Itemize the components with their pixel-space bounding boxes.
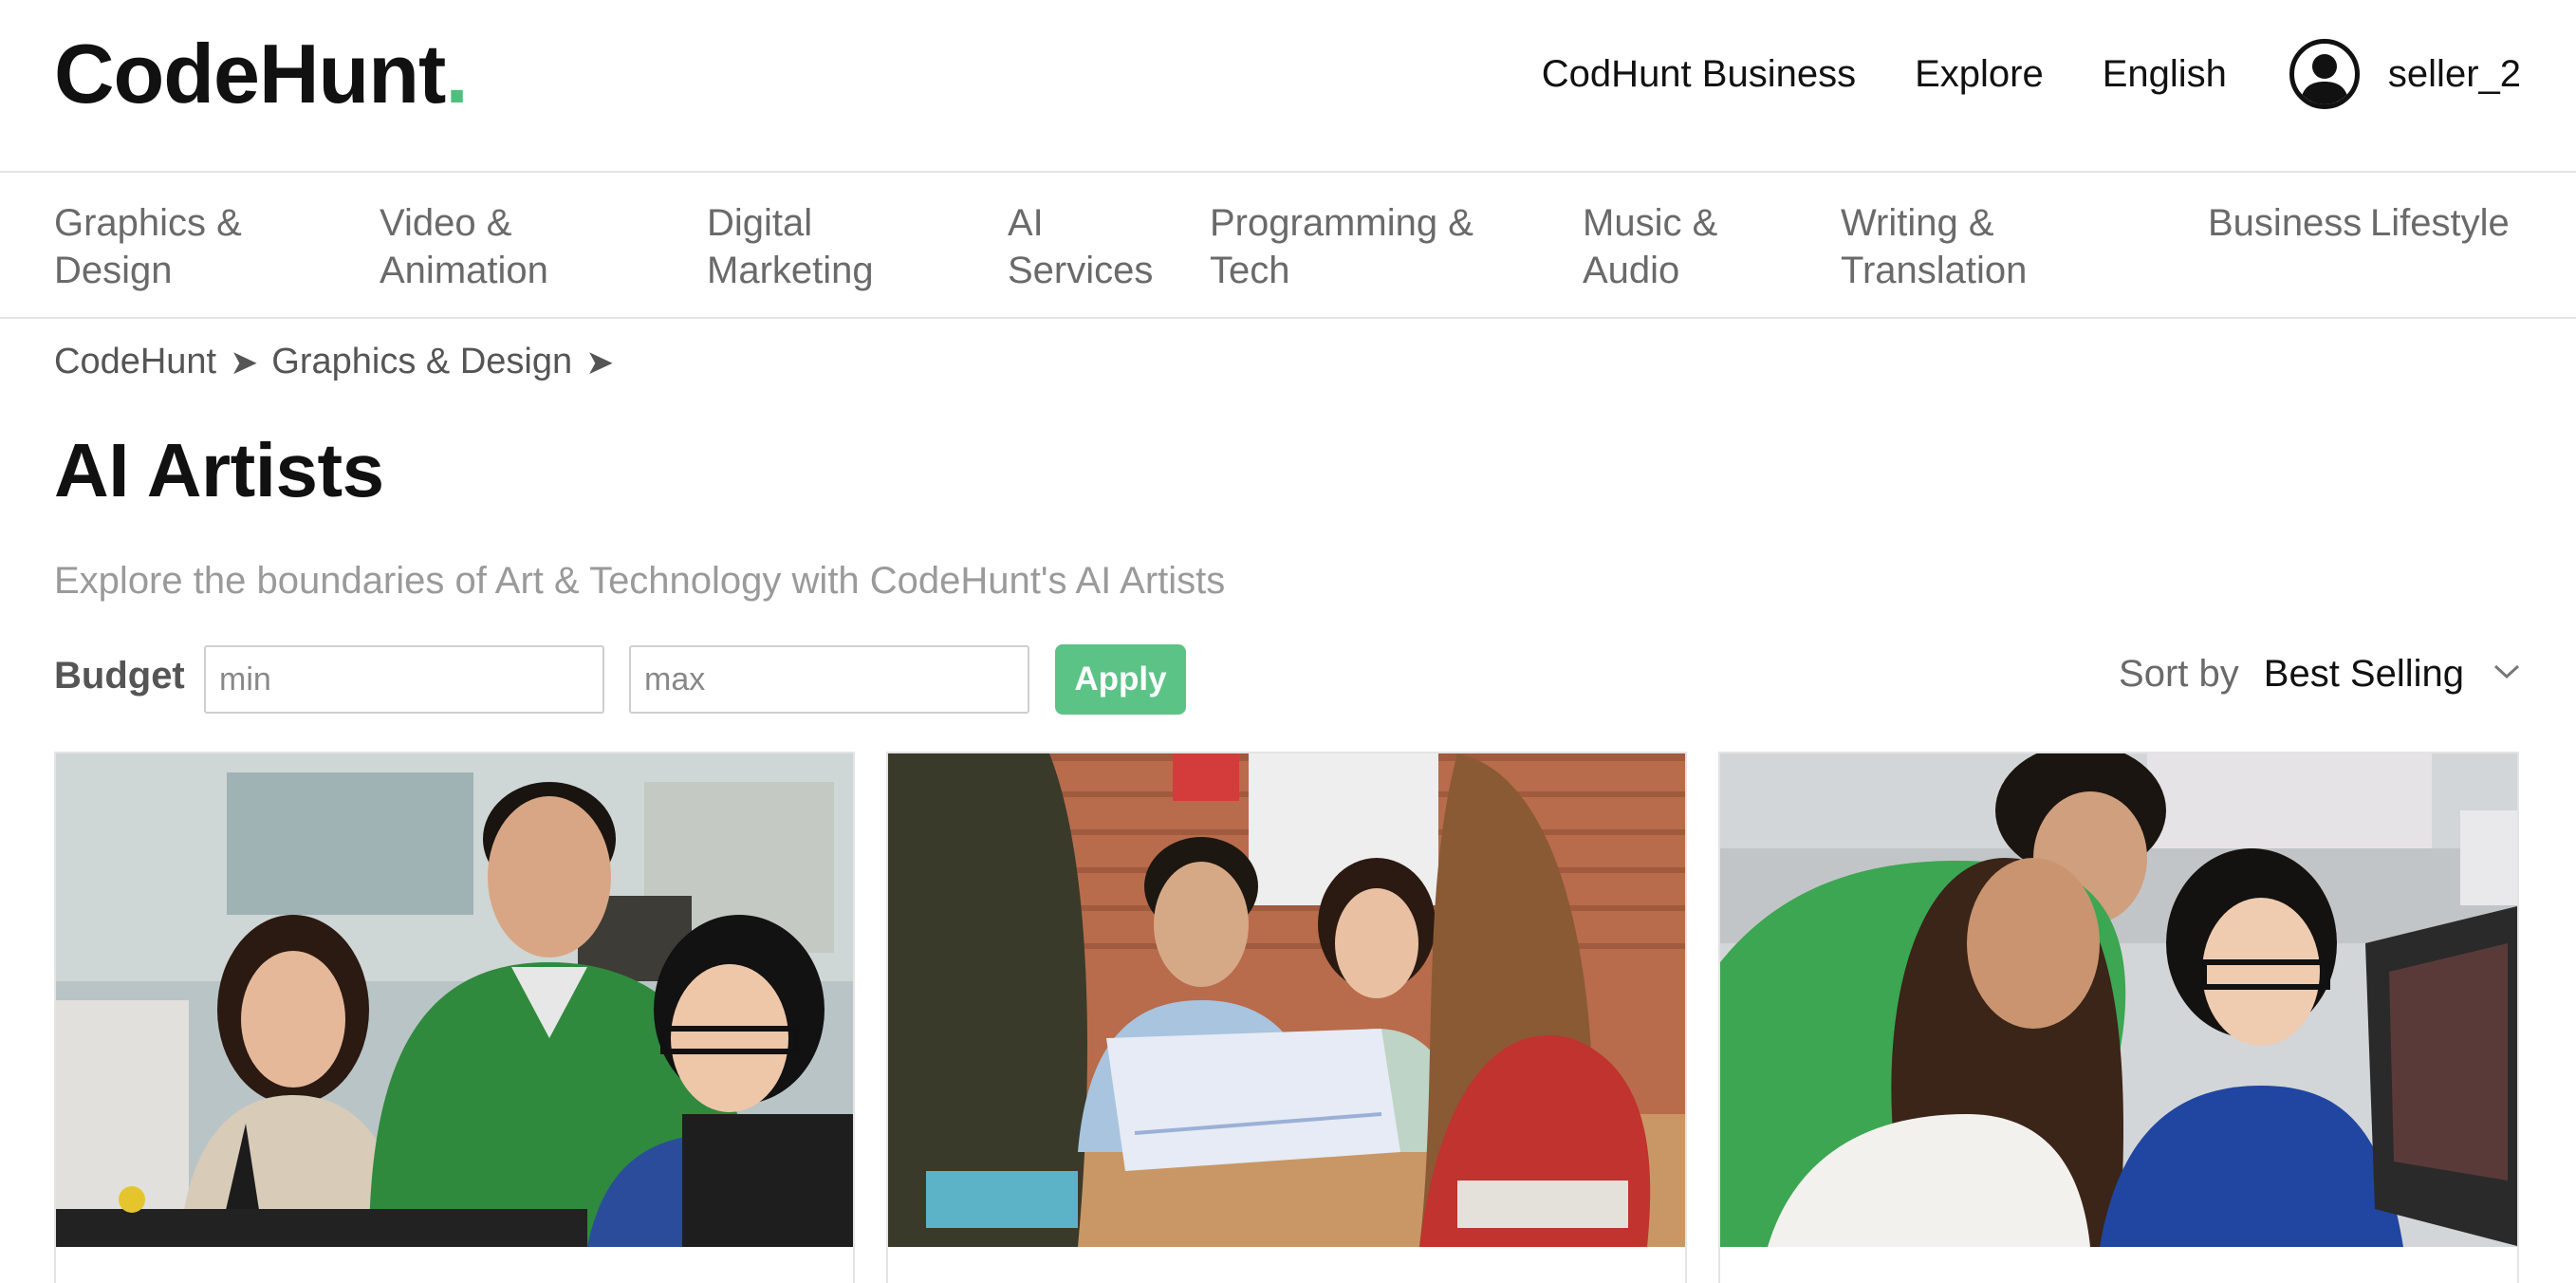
- page-title: AI Artists: [54, 428, 384, 512]
- breadcrumb-arrow-icon: ➤: [230, 342, 259, 381]
- user-circle-icon[interactable]: [2289, 39, 2360, 109]
- category-lifestyle[interactable]: Lifestyle: [2370, 199, 2510, 247]
- breadcrumb-arrow-icon: ➤: [585, 342, 615, 381]
- category-video-animation[interactable]: Video & Animation: [380, 199, 548, 294]
- category-label-line2: Translation: [1841, 250, 2028, 291]
- category-label-line2: Animation: [380, 250, 548, 291]
- team-reviewing-blueprints-photo: [888, 753, 1685, 1247]
- category-label-line1: Music &: [1583, 202, 1718, 244]
- sort-label: Sort by: [2119, 653, 2239, 695]
- category-label-line1: Programming &: [1210, 202, 1473, 244]
- sort-value: Best Selling: [2263, 653, 2464, 695]
- team-working-at-computer-photo: [1720, 753, 2517, 1247]
- category-label-line2: Marketing: [707, 250, 874, 291]
- site-header: CodeHunt. CodHunt Business Explore Engli…: [0, 0, 2576, 173]
- category-label-line1: AI: [1008, 202, 1044, 244]
- breadcrumb-home[interactable]: CodeHunt: [54, 342, 216, 382]
- category-business[interactable]: Business: [2208, 199, 2362, 247]
- category-digital-marketing[interactable]: Digital Marketing: [707, 199, 874, 294]
- category-label-line1: Graphics &: [54, 202, 242, 244]
- budget-min-input[interactable]: [204, 645, 604, 714]
- apply-button[interactable]: Apply: [1055, 644, 1186, 715]
- category-music-audio[interactable]: Music & Audio: [1583, 199, 1717, 294]
- explore-link[interactable]: Explore: [1915, 53, 2044, 96]
- sort-dropdown[interactable]: Sort by Best Selling: [2119, 653, 2521, 696]
- page-subtitle: Explore the boundaries of Art & Technolo…: [54, 560, 1226, 602]
- category-label-line1: Lifestyle: [2370, 202, 2510, 244]
- top-nav: CodHunt Business Explore English seller_…: [1483, 36, 2521, 112]
- category-label-line1: Video &: [380, 202, 512, 244]
- breadcrumb: CodeHunt ➤ Graphics & Design ➤: [54, 342, 627, 382]
- gig-card[interactable]: [886, 752, 1687, 1283]
- category-nav: Graphics & Design Video & Animation Digita…: [0, 175, 2576, 319]
- logo-dot: .: [445, 27, 468, 121]
- logo[interactable]: CodeHunt.: [54, 27, 469, 121]
- logo-text: CodeHunt: [54, 27, 446, 121]
- category-label-line2: Audio: [1583, 250, 1680, 291]
- category-label-line1: Business: [2208, 202, 2363, 244]
- category-label-line1: Writing &: [1841, 202, 1994, 244]
- category-label-line2: Services: [1008, 250, 1154, 291]
- category-programming-tech[interactable]: Programming & Tech: [1210, 199, 1473, 294]
- breadcrumb-graphics-design[interactable]: Graphics & Design: [271, 342, 572, 382]
- category-ai-services[interactable]: AI Services: [1008, 199, 1153, 294]
- category-label-line2: Tech: [1210, 250, 1290, 291]
- gig-card[interactable]: [54, 752, 855, 1283]
- language-link[interactable]: English: [2103, 53, 2227, 96]
- category-graphics-design[interactable]: Graphics & Design: [54, 199, 242, 294]
- category-label-line2: Design: [54, 250, 173, 291]
- gig-card[interactable]: [1718, 752, 2519, 1283]
- business-link[interactable]: CodHunt Business: [1542, 53, 1856, 96]
- username[interactable]: seller_2: [2388, 53, 2521, 96]
- category-label-line1: Digital: [707, 202, 813, 244]
- office-team-at-monitor-photo: [56, 753, 853, 1247]
- category-writing-translation[interactable]: Writing & Translation: [1841, 199, 2027, 294]
- chevron-down-icon: [2493, 662, 2521, 686]
- budget-label: Budget: [54, 655, 185, 697]
- budget-max-input[interactable]: [629, 645, 1029, 714]
